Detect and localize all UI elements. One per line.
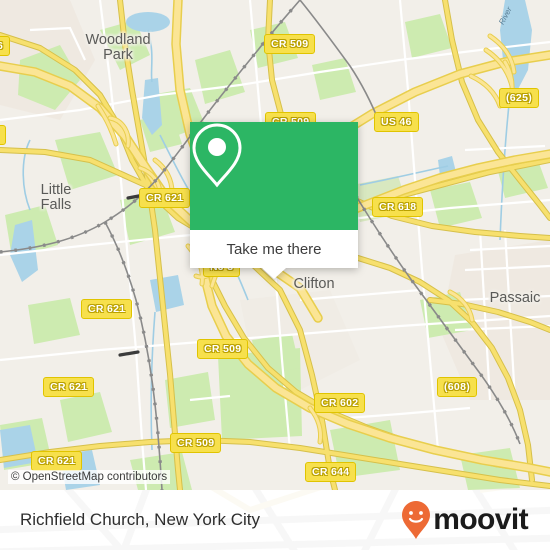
road-shield: CR 621 [81,299,133,319]
road-shield: US 46 [374,112,419,132]
road-shield: (625) [499,88,540,108]
road-shield: CR 509 [170,433,222,453]
road-shield: CR 618 [372,197,424,217]
moovit-pin-icon [402,501,431,539]
moovit-logo[interactable]: moovit [401,500,529,540]
road-shield: CR 621 [139,188,191,208]
bottom-info-bar: Richfield Church, New York City moovit [0,490,550,550]
popup-action-bar[interactable]: Take me there [190,230,358,279]
location-title: Richfield Church, New York City [20,510,260,529]
road-shield: CR 644 [305,462,357,482]
map-pin-icon [192,123,242,188]
road-shield: 1 [0,125,7,145]
road-shield: CR 602 [314,393,366,413]
road-shield: 6 [0,36,11,56]
take-me-there-label: Take me there [226,240,322,258]
road-shield: CR 509 [197,339,249,359]
road-shield: (608) [437,377,478,397]
osm-attribution[interactable]: © OpenStreetMap contributors [8,470,171,484]
road-shield: CR 621 [31,451,83,471]
road-shield: CR 509 [264,34,316,54]
map-canvas[interactable]: Woodland Park Little Falls Clifton Passaic R… [0,0,550,490]
map-screenshot: Woodland Park Little Falls Clifton Passaic R… [0,0,550,550]
location-popup-card[interactable]: Take me there [190,122,358,279]
popup-pointer-tail [262,268,286,279]
moovit-wordmark: moovit [433,503,528,536]
popup-image-area [190,122,358,230]
road-shield: CR 621 [43,377,95,397]
